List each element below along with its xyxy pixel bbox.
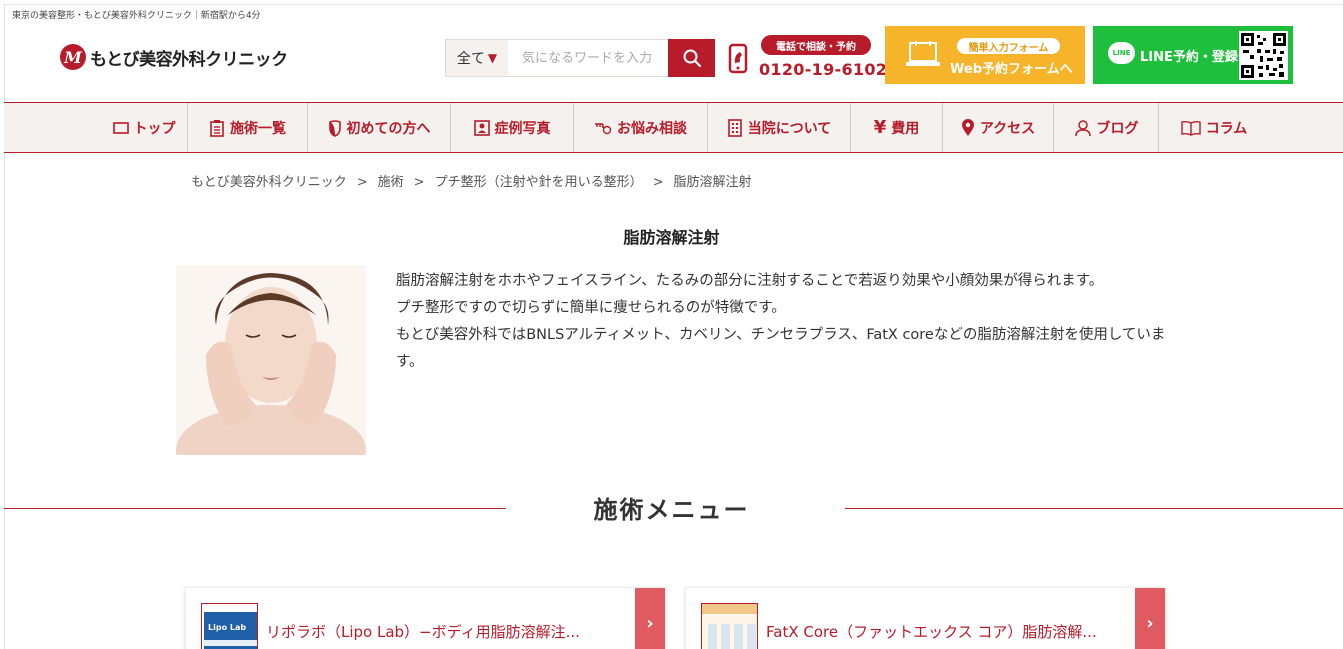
laptop-calendar-icon <box>906 41 940 66</box>
nav-item-case-photos[interactable]: 症例写真 <box>451 103 573 152</box>
card-title: リポラボ（Lipo Lab）−ボディ用脂肪溶解注... <box>266 623 580 641</box>
building-icon <box>727 118 742 137</box>
breadcrumb-separator: > <box>356 175 368 190</box>
smartphone-icon <box>728 43 748 74</box>
nav-label: トップ <box>133 120 176 137</box>
clinic-logo[interactable]: M もとび美容外科クリニック <box>60 44 288 70</box>
global-nav: トップ 施術一覧 初めての方へ 症例写真 お悩み相談 当院について ¥ 費用 ア… <box>4 102 1343 153</box>
line-label: LINE予約・登録 <box>1140 50 1238 65</box>
key-icon <box>595 122 612 134</box>
nav-label: 当院について <box>747 120 832 137</box>
portrait-icon <box>473 119 490 136</box>
page-title: 脂肪溶解注射 <box>623 228 720 247</box>
intro-text: 脂肪溶解注射をホホやフェイスライン、たるみの部分に注射することで若返り効果や小顔… <box>396 268 1186 376</box>
hero-face-image <box>176 265 366 455</box>
search-category-select[interactable]: 全て ▼ <box>445 39 508 77</box>
breadcrumb-treatments[interactable]: 施術 <box>378 175 404 190</box>
treatment-card-lipo-lab[interactable]: Lipo Lab リポラボ（Lipo Lab）−ボディ用脂肪溶解注... › <box>185 587 666 649</box>
nav-item-about[interactable]: 当院について <box>708 103 850 152</box>
breadcrumb-petit-surgery[interactable]: プチ整形（注射や針を用いる整形） <box>435 175 643 190</box>
breadcrumb-separator: > <box>652 175 664 190</box>
search-icon <box>683 49 701 68</box>
nav-item-top[interactable]: トップ <box>101 103 187 152</box>
breadcrumb-separator: > <box>413 175 425 190</box>
nav-label: 費用 <box>891 120 920 137</box>
search-category-value: 全て <box>456 51 485 67</box>
phone-number: 0120-19-6102 <box>759 60 888 79</box>
intro-paragraph: 脂肪溶解注射をホホやフェイスライン、たるみの部分に注射することで若返り効果や小顔… <box>396 273 1104 289</box>
square-icon <box>112 121 129 134</box>
webform-badge: 簡単入力フォーム <box>957 38 1060 54</box>
nav-item-fees[interactable]: ¥ 費用 <box>851 103 942 152</box>
intro-paragraph: もとび美容外科ではBNLSアルティメット、カベリン、チンセラプラス、FatX c… <box>396 327 1166 370</box>
logo-mark-icon: M <box>60 44 86 70</box>
breadcrumb-current: 脂肪溶解注射 <box>673 175 752 190</box>
nav-label: ブログ <box>1096 120 1139 137</box>
nav-item-access[interactable]: アクセス <box>943 103 1053 152</box>
card-title: FatX Core（ファットエックス コア）脂肪溶解... <box>766 623 1097 641</box>
qr-code-icon <box>1239 31 1288 80</box>
nav-item-blog[interactable]: ブログ <box>1054 103 1158 152</box>
treatment-menu-heading: 施術メニュー <box>593 495 750 524</box>
intro-paragraph: プチ整形ですので切らずに簡単に痩せられるのが特徴です。 <box>396 300 786 316</box>
yen-icon: ¥ <box>873 117 887 138</box>
lipo-lab-product-image: Lipo Lab <box>201 603 258 649</box>
nav-label: 症例写真 <box>494 120 551 137</box>
nav-label: お悩み相談 <box>617 120 687 137</box>
nav-item-column[interactable]: コラム <box>1159 103 1269 152</box>
treatment-card-fatx-core[interactable]: FatX Core（ファットエックス コア）脂肪溶解... › <box>685 587 1166 649</box>
site-search: 全て ▼ <box>445 39 715 77</box>
breadcrumb: もとび美容外科クリニック > 施術 > プチ整形（注射や針を用いる整形） > 脂肪溶解注射 <box>191 171 752 190</box>
nav-item-first-visit[interactable]: 初めての方へ <box>308 103 450 152</box>
fatx-core-product-image <box>701 603 758 649</box>
phone-badge: 電話で相談・予約 <box>761 35 871 55</box>
header-tagline: 東京の美容整形・もとび美容外科クリニック｜新宿駅から4分 <box>12 11 261 21</box>
line-logo-icon: LINE <box>1108 42 1135 64</box>
nav-item-consultation[interactable]: お悩み相談 <box>574 103 707 152</box>
webform-label: Web予約フォームへ <box>950 62 1073 77</box>
book-icon <box>1181 120 1201 136</box>
nav-label: アクセス <box>979 120 1036 137</box>
dropdown-triangle-icon: ▼ <box>487 51 498 65</box>
map-pin-icon <box>961 118 974 136</box>
nav-label: 施術一覧 <box>230 120 286 137</box>
web-reservation-button[interactable]: 簡単入力フォーム Web予約フォームへ <box>885 26 1085 84</box>
chevron-right-icon: › <box>1135 588 1165 649</box>
nav-label: コラム <box>1205 120 1248 137</box>
line-reservation-button[interactable]: LINE LINE予約・登録 <box>1093 26 1293 84</box>
person-icon <box>1074 119 1091 136</box>
search-button[interactable] <box>668 39 715 77</box>
breadcrumb-home[interactable]: もとび美容外科クリニック <box>191 175 347 190</box>
clipboard-icon <box>210 119 224 137</box>
nav-item-treatments[interactable]: 施術一覧 <box>188 103 307 152</box>
nav-label: 初めての方へ <box>346 120 431 137</box>
logo-text: もとび美容外科クリニック <box>90 49 288 70</box>
lipo-lab-product-label: Lipo Lab <box>208 623 246 632</box>
leaf-icon <box>328 119 341 137</box>
chevron-right-icon: › <box>635 588 665 649</box>
search-input[interactable] <box>508 39 668 77</box>
phone-contact[interactable]: 電話で相談・予約 0120-19-6102 <box>728 33 887 83</box>
